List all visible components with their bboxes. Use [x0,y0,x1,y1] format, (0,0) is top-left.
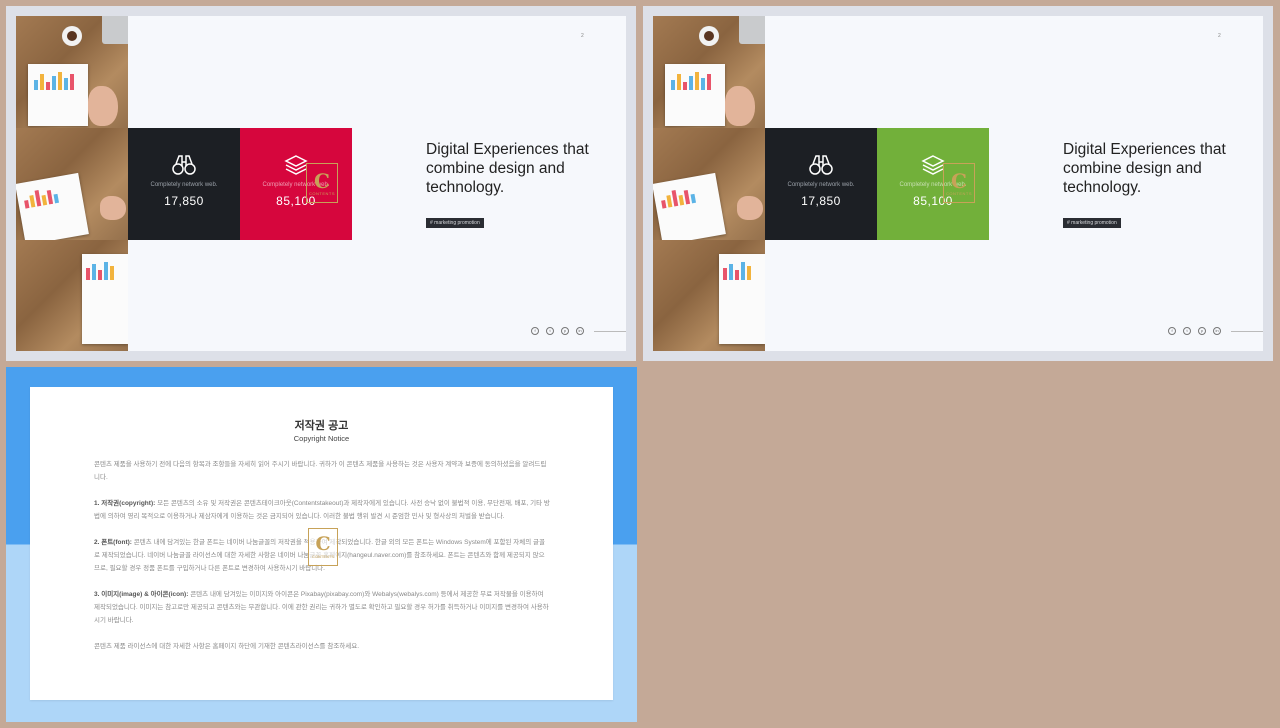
chart-paper [82,254,128,344]
stat-label: Completely network web. [787,182,855,188]
social-links: f t p in [531,327,584,335]
divider [1231,331,1263,332]
photo-desk-report [653,240,765,351]
photo-desk-coffee [653,16,765,128]
section-heading: 2. 폰트(font): [94,539,132,546]
divider [594,331,626,332]
coffee-cup [699,26,719,46]
chart-paper [719,254,765,344]
stat-tile-1: Completely network web. 17,850 [128,128,240,240]
coffee-cup [62,26,82,46]
slide-headline: Digital Experiences that combine design … [426,141,589,196]
stat-tile-1: Completely network web. 17,850 [765,128,877,240]
photo-desk-chart [653,128,765,240]
linkedin-icon[interactable]: in [576,327,584,335]
facebook-icon[interactable]: f [531,327,539,335]
facebook-icon[interactable]: f [1168,327,1176,335]
hand-fist [737,196,763,220]
tag-label: # marketing promotion [1063,218,1121,228]
stat-label: Completely network web. [150,182,218,188]
binoculars-icon [172,155,196,175]
watermark-logo: C CONTENTS [943,163,975,203]
hand [88,86,118,126]
section-heading: 1. 저작권(copyright): [94,500,156,507]
chart-paper [28,64,88,126]
laptop [739,16,765,44]
linkedin-icon[interactable]: in [1213,327,1221,335]
chart-paper [665,64,725,126]
tag-label: # marketing promotion [426,218,484,228]
hand [725,86,755,126]
notice-section-copyright: 1. 저작권(copyright): 모든 콘텐츠의 소유 및 저작권은 콘텐츠… [94,497,550,523]
chart-paper [653,172,726,240]
slide-thumbnail-1[interactable]: Completely network web. 17,850 Completel… [6,6,636,361]
watermark-logo: C CONTENTS [308,528,338,566]
stat-value: 17,850 [801,194,841,208]
page-number: 2 [1218,33,1221,39]
watermark-logo: C CONTENTS [306,163,338,203]
photo-desk-chart [16,128,128,240]
slide-headline: Digital Experiences that combine design … [1063,141,1226,196]
copyright-notice-card: 저작권 공고 Copyright Notice 콘텐츠 제품을 사용하기 전에 … [30,387,613,700]
slide-thumbnail-3[interactable]: 저작권 공고 Copyright Notice 콘텐츠 제품을 사용하기 전에 … [6,367,637,722]
slide-canvas: Completely network web. 17,850 Completel… [653,16,1263,351]
page-number: 2 [581,33,584,39]
photo-desk-report [16,240,128,351]
social-links: f t p in [1168,327,1221,335]
notice-subtitle: Copyright Notice [293,434,350,443]
stat-value: 17,850 [164,194,204,208]
section-text: 모든 콘텐츠의 소유 및 저작권은 콘텐츠테이크아웃(Contentstakeo… [94,500,550,520]
slide-canvas: Completely network web. 17,850 Completel… [16,16,626,351]
section-heading: 3. 이미지(image) & 아이콘(icon): [94,591,189,598]
notice-section-image: 3. 이미지(image) & 아이콘(icon): 콘텐츠 내에 담겨있는 이… [94,588,550,627]
hand-fist [100,196,126,220]
laptop [102,16,128,44]
twitter-icon[interactable]: t [1183,327,1191,335]
notice-title: 저작권 공고 [294,420,349,432]
photo-desk-coffee [16,16,128,128]
twitter-icon[interactable]: t [546,327,554,335]
pinterest-icon[interactable]: p [561,327,569,335]
pinterest-icon[interactable]: p [1198,327,1206,335]
binoculars-icon [809,155,833,175]
chart-paper [16,172,89,240]
slide-thumbnail-2[interactable]: Completely network web. 17,850 Completel… [643,6,1273,361]
notice-intro: 콘텐츠 제품을 사용하기 전에 다음의 항목과 조항들을 자세히 읽어 주시기 … [94,461,547,481]
notice-closing: 콘텐츠 제품 라이선스에 대한 자세한 사항은 홈페이지 하단에 기재한 콘텐츠… [94,643,360,650]
